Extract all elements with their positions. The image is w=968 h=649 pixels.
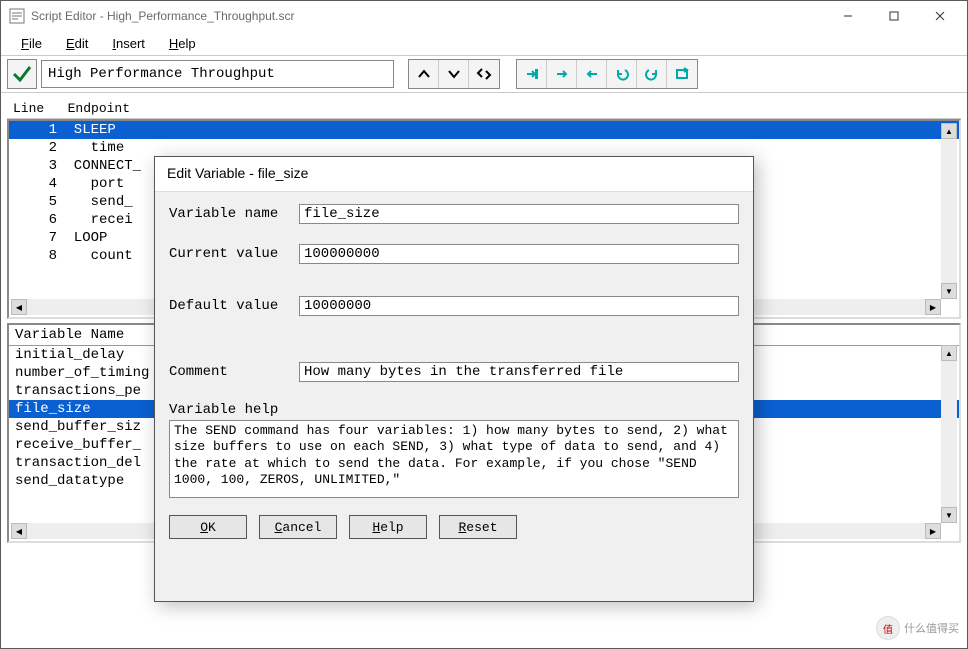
dialog-title: Edit Variable - file_size xyxy=(155,157,753,192)
watermark: 值 什么值得买 xyxy=(876,616,959,640)
undo-button[interactable] xyxy=(607,60,637,88)
script-line[interactable]: 2 time xyxy=(9,139,959,157)
scroll-right-icon[interactable]: ▶ xyxy=(925,523,941,539)
default-value-label: Default value xyxy=(169,298,299,314)
step-back-button[interactable] xyxy=(577,60,607,88)
scroll-up-icon[interactable]: ▲ xyxy=(941,123,957,139)
toolbar xyxy=(1,56,967,92)
menu-help[interactable]: Help xyxy=(157,33,208,54)
app-icon xyxy=(9,8,25,24)
menubar: File Edit Insert Help xyxy=(1,31,967,55)
move-up-button[interactable] xyxy=(409,60,439,88)
redo-button[interactable] xyxy=(637,60,667,88)
swap-button[interactable] xyxy=(469,60,499,88)
variable-help-box[interactable]: The SEND command has four variables: 1) … xyxy=(169,420,739,498)
comment-label: Comment xyxy=(169,364,299,380)
default-value-input[interactable] xyxy=(299,296,739,316)
reset-button[interactable]: Reset xyxy=(439,515,517,539)
window-controls xyxy=(825,2,963,30)
step-into-button[interactable] xyxy=(517,60,547,88)
script-scrollbar-vertical[interactable]: ▲ ▼ xyxy=(941,123,957,299)
dialog-buttons: OK Cancel Help Reset xyxy=(169,515,739,539)
script-line[interactable]: 1 SLEEP xyxy=(9,121,959,139)
current-value-input[interactable] xyxy=(299,244,739,264)
comment-input[interactable] xyxy=(299,362,739,382)
scroll-left-icon[interactable]: ◀ xyxy=(11,299,27,315)
minimize-button[interactable] xyxy=(825,2,871,30)
titlebar: Script Editor - High_Performance_Through… xyxy=(1,1,967,31)
dialog-body: Variable name Current value Default valu… xyxy=(155,192,753,551)
step-forward-button[interactable] xyxy=(547,60,577,88)
loop-button[interactable] xyxy=(667,60,697,88)
cancel-button[interactable]: Cancel xyxy=(259,515,337,539)
close-button[interactable] xyxy=(917,2,963,30)
maximize-button[interactable] xyxy=(871,2,917,30)
variable-help-label: Variable help xyxy=(169,402,739,418)
current-value-label: Current value xyxy=(169,246,299,262)
script-header: Line Endpoint xyxy=(7,97,961,118)
menu-edit[interactable]: Edit xyxy=(54,33,100,54)
menu-file[interactable]: File xyxy=(9,33,54,54)
watermark-icon: 值 xyxy=(876,616,900,640)
edit-variable-dialog: Edit Variable - file_size Variable name … xyxy=(154,156,754,602)
ok-button[interactable]: OK xyxy=(169,515,247,539)
move-down-button[interactable] xyxy=(439,60,469,88)
window-title: Script Editor - High_Performance_Through… xyxy=(31,9,825,23)
scroll-left-icon[interactable]: ◀ xyxy=(11,523,27,539)
scroll-up-icon[interactable]: ▲ xyxy=(941,345,957,361)
scroll-right-icon[interactable]: ▶ xyxy=(925,299,941,315)
variable-name-input[interactable] xyxy=(299,204,739,224)
verify-button[interactable] xyxy=(7,59,37,89)
variable-name-label: Variable name xyxy=(169,206,299,222)
var-scrollbar-vertical[interactable]: ▲ ▼ xyxy=(941,345,957,523)
help-button[interactable]: Help xyxy=(349,515,427,539)
nav-group xyxy=(408,59,500,89)
scroll-down-icon[interactable]: ▼ xyxy=(941,283,957,299)
script-name-input[interactable] xyxy=(41,60,394,88)
scroll-down-icon[interactable]: ▼ xyxy=(941,507,957,523)
menu-insert[interactable]: Insert xyxy=(100,33,157,54)
main-window: Script Editor - High_Performance_Through… xyxy=(0,0,968,649)
step-group xyxy=(516,59,698,89)
